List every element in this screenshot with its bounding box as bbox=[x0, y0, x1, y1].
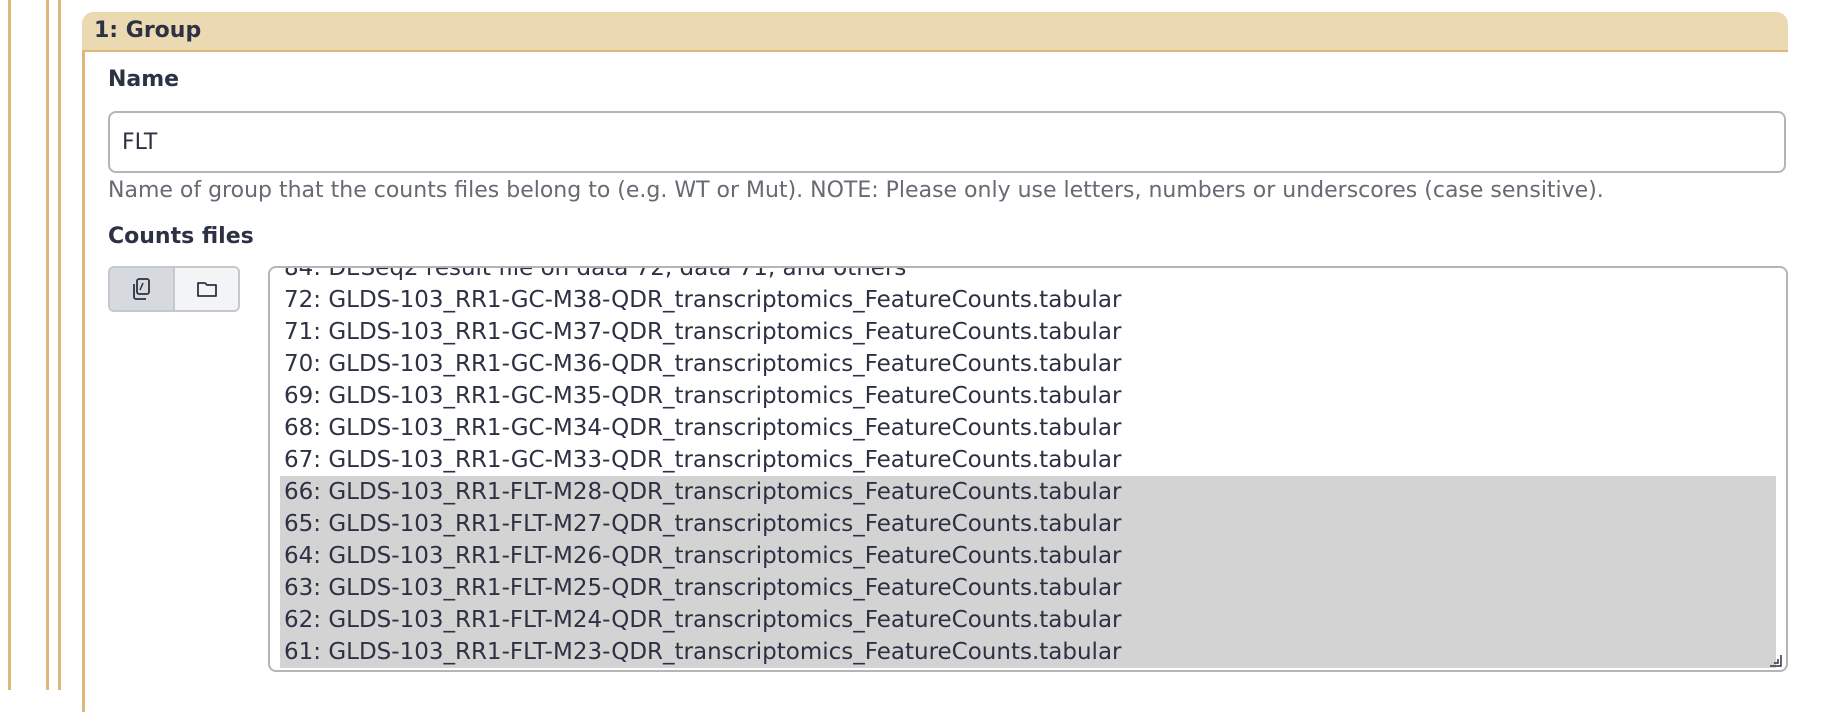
folder-icon bbox=[196, 282, 217, 297]
dataset-collection-button[interactable] bbox=[175, 268, 238, 310]
group-section-title: 1: Group bbox=[94, 18, 202, 43]
dataset-mode-toggle bbox=[108, 266, 240, 312]
counts-files-select[interactable]: 84: DESeq2 result file on data 72, data … bbox=[268, 266, 1788, 672]
multiple-datasets-button[interactable] bbox=[110, 268, 175, 310]
group-name-input[interactable] bbox=[108, 111, 1786, 173]
outer-border-line bbox=[8, 0, 11, 690]
counts-file-option[interactable]: 68: GLDS-103_RR1-GC-M34-QDR_transcriptom… bbox=[280, 412, 1776, 444]
counts-file-option[interactable]: 64: GLDS-103_RR1-FLT-M26-QDR_transcripto… bbox=[280, 540, 1776, 572]
name-label: Name bbox=[108, 67, 180, 92]
counts-file-option[interactable]: 70: GLDS-103_RR1-GC-M36-QDR_transcriptom… bbox=[280, 348, 1776, 380]
counts-files-label: Counts files bbox=[108, 224, 254, 249]
counts-file-option[interactable]: 72: GLDS-103_RR1-GC-M38-QDR_transcriptom… bbox=[280, 284, 1776, 316]
counts-file-option[interactable]: 65: GLDS-103_RR1-FLT-M27-QDR_transcripto… bbox=[280, 508, 1776, 540]
counts-file-option[interactable]: 61: GLDS-103_RR1-FLT-M23-QDR_transcripto… bbox=[280, 636, 1776, 668]
counts-file-option[interactable]: 71: GLDS-103_RR1-GC-M37-QDR_transcriptom… bbox=[280, 316, 1776, 348]
nested-border-line bbox=[58, 0, 61, 690]
counts-files-options: 84: DESeq2 result file on data 72, data … bbox=[280, 268, 1776, 668]
nested-border-line bbox=[46, 0, 49, 690]
counts-file-option[interactable]: 63: GLDS-103_RR1-FLT-M25-QDR_transcripto… bbox=[280, 572, 1776, 604]
group-section-header[interactable]: 1: Group bbox=[82, 12, 1788, 52]
name-help-text: Name of group that the counts files belo… bbox=[108, 178, 1604, 203]
counts-file-option[interactable]: 67: GLDS-103_RR1-GC-M33-QDR_transcriptom… bbox=[280, 444, 1776, 476]
counts-file-option[interactable]: 84: DESeq2 result file on data 72, data … bbox=[280, 268, 1776, 284]
counts-file-option[interactable]: 62: GLDS-103_RR1-FLT-M24-QDR_transcripto… bbox=[280, 604, 1776, 636]
resize-handle-icon[interactable] bbox=[1768, 653, 1782, 667]
multiple-datasets-icon bbox=[132, 278, 150, 300]
counts-file-option[interactable]: 69: GLDS-103_RR1-GC-M35-QDR_transcriptom… bbox=[280, 380, 1776, 412]
counts-file-option[interactable]: 66: GLDS-103_RR1-FLT-M28-QDR_transcripto… bbox=[280, 476, 1776, 508]
